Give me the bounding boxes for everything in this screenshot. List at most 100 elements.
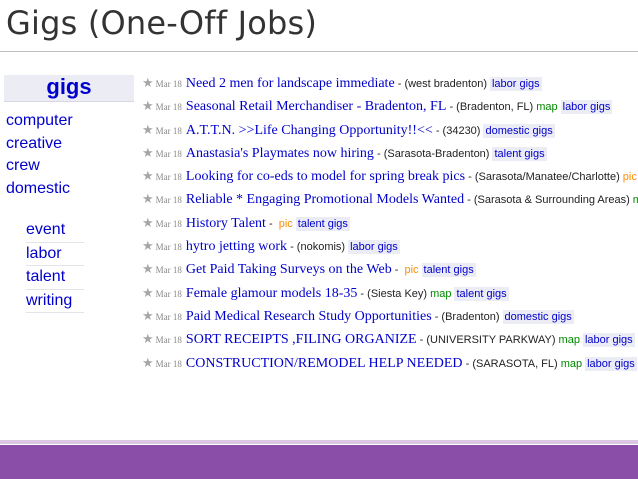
listing-location: (Bradenton, FL) <box>456 101 534 114</box>
favorite-star-icon[interactable]: ★ <box>142 98 154 113</box>
sidebar-header[interactable]: gigs <box>4 74 134 102</box>
sidebar-item-labor[interactable]: labor <box>26 243 84 266</box>
listing-date: Mar 18 <box>155 148 182 159</box>
listing-date: Mar 18 <box>155 195 182 206</box>
footer-bar <box>0 445 638 479</box>
category-tag-link[interactable]: domestic gigs <box>483 123 555 138</box>
listing-date: Mar 18 <box>155 358 182 369</box>
favorite-star-icon[interactable]: ★ <box>142 215 154 230</box>
category-tag-link[interactable]: talent gigs <box>492 146 547 161</box>
listing-separator: - <box>287 241 297 254</box>
listing-row: ★ Mar 18 SORT RECEIPTS ,FILING ORGANIZE - … <box>142 327 638 350</box>
listing-date: Mar 18 <box>155 102 182 113</box>
category-tag-link[interactable]: labor gigs <box>489 77 542 91</box>
listing-title-link[interactable]: A.T.T.N. >>Life Changing Opportunity!!<< <box>186 123 433 138</box>
category-tag-link[interactable]: labor gigs <box>348 240 400 255</box>
listing-row: ★ Mar 18 Looking for co-eds to model for s… <box>142 164 638 187</box>
category-tag-link[interactable]: labor gigs <box>585 356 637 371</box>
map-link[interactable]: map <box>561 358 582 370</box>
pic-indicator: pic <box>278 217 293 230</box>
category-tag-link[interactable]: talent gigs <box>295 216 350 231</box>
listing-separator: - <box>464 194 474 207</box>
listing-row: ★ Mar 18 Female glamour models 18-35 - (Si… <box>142 281 638 304</box>
sidebar-header-label: gigs <box>46 74 92 99</box>
category-tag-link[interactable]: labor gigs <box>560 100 613 115</box>
sidebar-category-list-2: event labor talent writing <box>26 219 84 313</box>
sidebar-item-crew[interactable]: crew <box>6 155 73 178</box>
listing-row: ★ Mar 18 Reliable * Engaging Promotional M… <box>142 187 638 210</box>
listing-row: ★ Mar 18 Anastasia's Playmates now hiring … <box>142 141 638 164</box>
listing-separator: - <box>446 101 457 114</box>
sidebar-item-talent[interactable]: talent <box>26 266 84 290</box>
favorite-star-icon[interactable]: ★ <box>142 308 154 323</box>
listing-row: ★ Mar 18 Paid Medical Research Study Oppor… <box>142 304 638 327</box>
favorite-star-icon[interactable]: ★ <box>142 145 154 160</box>
title-divider <box>0 51 638 52</box>
favorite-star-icon[interactable]: ★ <box>142 122 154 137</box>
listing-title-link[interactable]: Need 2 men for landscape immediate <box>186 76 395 91</box>
favorite-star-icon[interactable]: ★ <box>142 75 154 90</box>
listing-date: Mar 18 <box>155 218 182 229</box>
listing-row: ★ Mar 18 Seasonal Retail Merchandiser - Br… <box>142 94 638 117</box>
listing-row: ★ Mar 18 Get Paid Taking Surveys on the We… <box>142 257 638 280</box>
category-tag-link[interactable]: domestic gigs <box>502 309 574 324</box>
listing-title-link[interactable]: Get Paid Taking Surveys on the Web <box>186 262 392 277</box>
pic-indicator: pic <box>404 264 419 277</box>
category-tag-link[interactable]: talent gigs <box>454 286 509 301</box>
listing-row: ★ Mar 18 hytro jetting work - (nokomis) lab… <box>142 234 638 257</box>
listing-location: (Sarasota-Bradenton) <box>383 147 490 160</box>
map-link[interactable]: map <box>559 334 580 346</box>
listing-location: (Bradenton) <box>441 310 500 323</box>
favorite-star-icon[interactable]: ★ <box>142 285 154 300</box>
sidebar-item-computer[interactable]: computer <box>6 110 73 133</box>
favorite-star-icon[interactable]: ★ <box>142 331 154 346</box>
listing-title-link[interactable]: Female glamour models 18-35 <box>186 286 357 301</box>
listing-separator: - <box>394 78 405 90</box>
map-link[interactable]: map <box>430 288 451 300</box>
listing-date: Mar 18 <box>155 242 182 253</box>
listing-title-link[interactable]: SORT RECEIPTS ,FILING ORGANIZE <box>186 332 417 347</box>
slide-title: Gigs (One-Off Jobs) <box>6 4 318 42</box>
listing-date: Mar 18 <box>155 288 182 299</box>
listing-separator: - <box>432 124 443 137</box>
favorite-star-icon[interactable]: ★ <box>142 238 154 253</box>
category-tag-link[interactable]: labor gigs <box>582 333 635 348</box>
favorite-star-icon[interactable]: ★ <box>142 355 154 370</box>
listing-separator: - <box>416 334 427 347</box>
category-tag-link[interactable]: talent gigs <box>421 263 476 278</box>
favorite-star-icon[interactable]: ★ <box>142 191 154 206</box>
listing-separator: - <box>373 147 384 160</box>
listing-title-link[interactable]: Looking for co-eds to model for spring b… <box>186 169 465 184</box>
listing-title-link[interactable]: Paid Medical Research Study Opportunitie… <box>186 309 432 324</box>
listing-location: (nokomis) <box>296 241 346 254</box>
sidebar-item-creative[interactable]: creative <box>6 133 73 156</box>
listing-date: Mar 18 <box>155 335 182 346</box>
listing-date: Mar 18 <box>155 79 182 89</box>
listing-separator: - <box>357 287 368 300</box>
listing-title-link[interactable]: Anastasia's Playmates now hiring <box>186 146 374 161</box>
listing-date: Mar 18 <box>155 265 182 276</box>
sidebar-item-writing[interactable]: writing <box>26 290 84 313</box>
favorite-star-icon[interactable]: ★ <box>142 261 154 276</box>
listing-row: ★ Mar 18 Need 2 men for landscape immediat… <box>142 71 638 94</box>
map-link[interactable]: map <box>633 194 638 206</box>
listing-date: Mar 18 <box>155 311 182 322</box>
favorite-star-icon[interactable]: ★ <box>142 168 154 183</box>
listing-location: (Sarasota & Surrounding Areas) <box>473 194 630 207</box>
listings-screenshot: gigs computer creative crew domestic eve… <box>0 63 638 440</box>
listing-title-link[interactable]: History Talent <box>186 216 266 231</box>
listing-title-link[interactable]: CONSTRUCTION/REMODEL HELP NEEDED <box>186 356 463 371</box>
listing-title-link[interactable]: Seasonal Retail Merchandiser - Bradenton… <box>186 99 446 114</box>
map-link[interactable]: map <box>536 101 557 113</box>
listing-date: Mar 18 <box>155 125 182 136</box>
listing-title-link[interactable]: Reliable * Engaging Promotional Models W… <box>186 192 464 207</box>
sidebar-category-list: computer creative crew domestic <box>6 110 73 200</box>
pic-indicator: pic <box>622 171 637 184</box>
listing-title-link[interactable]: hytro jetting work <box>186 239 287 254</box>
listing-separator: - <box>462 357 473 370</box>
sidebar-item-event[interactable]: event <box>26 219 84 243</box>
listing-separator: - <box>431 310 442 323</box>
sidebar-item-domestic[interactable]: domestic <box>6 178 73 201</box>
listing-location: (west bradenton) <box>404 78 487 90</box>
listing-row: ★ Mar 18 CONSTRUCTION/REMODEL HELP NEEDED … <box>142 351 638 374</box>
